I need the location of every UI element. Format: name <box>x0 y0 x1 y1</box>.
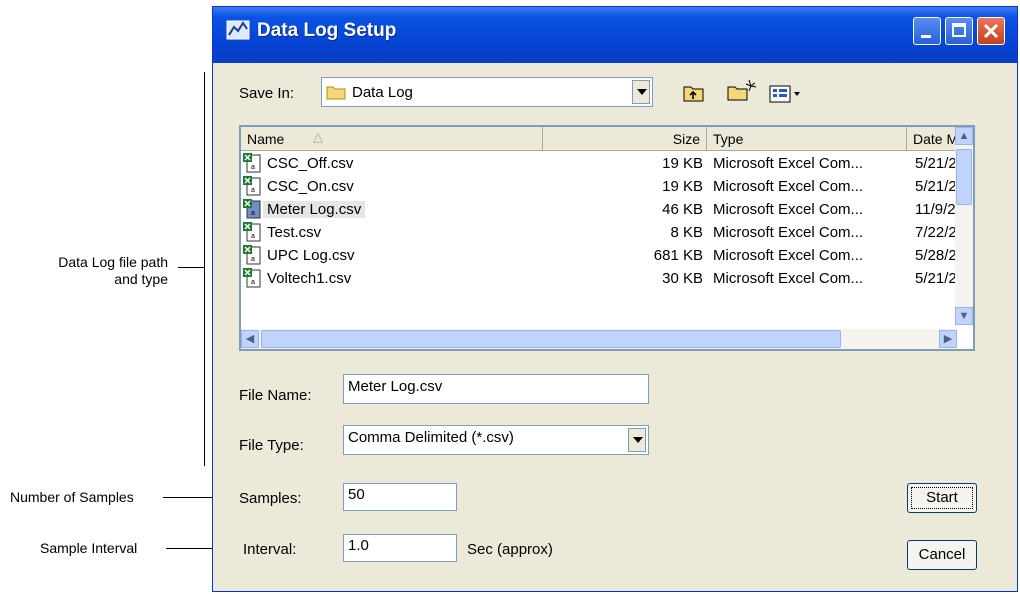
file-name-cell: Meter Log.csv <box>263 201 366 218</box>
maximize-button[interactable] <box>945 17 973 45</box>
cancel-button[interactable]: Cancel <box>907 540 977 570</box>
save-in-combo[interactable]: Data Log <box>321 77 653 107</box>
annotation-bracket-vertical <box>204 72 205 466</box>
file-size-cell: 46 KB <box>662 201 703 218</box>
title-bar[interactable]: Data Log Setup <box>213 7 1017 63</box>
file-type-cell: Microsoft Excel Com... <box>713 178 864 195</box>
file-type-combo[interactable]: Comma Delimited (*.csv) <box>343 425 649 455</box>
annotation-interval: Sample Interval <box>40 540 138 556</box>
scroll-up-button[interactable]: ▲ <box>955 127 973 145</box>
column-date-label: Date M <box>913 131 959 147</box>
column-header-type[interactable]: Type <box>707 127 907 151</box>
start-button[interactable]: Start <box>907 483 977 513</box>
window-title: Data Log Setup <box>257 20 397 41</box>
svg-text:a: a <box>251 233 255 240</box>
excel-file-icon: a <box>243 199 261 219</box>
sort-ascending-icon: △ <box>313 129 323 144</box>
column-type-label: Type <box>713 131 744 147</box>
save-in-label: Save In: <box>239 85 295 102</box>
horizontal-scrollbar[interactable]: ◀ ▶ <box>241 329 957 349</box>
file-size-cell: 19 KB <box>662 178 703 195</box>
file-type-cell: Microsoft Excel Com... <box>713 155 864 172</box>
file-date-cell: 11/9/2 <box>915 201 956 218</box>
annotation-interval-line <box>166 548 213 549</box>
file-type-cell: Microsoft Excel Com... <box>713 224 864 241</box>
app-icon <box>226 20 250 40</box>
file-type-cell: Microsoft Excel Com... <box>713 201 864 218</box>
list-item[interactable]: a CSC_Off.csv 19 KB Microsoft Excel Com... 5… <box>241 153 971 175</box>
view-menu-icon[interactable] <box>769 85 805 103</box>
file-type-cell: Microsoft Excel Com... <box>713 247 864 264</box>
excel-file-icon: a <box>243 222 261 242</box>
file-date-cell: 5/28/2 <box>915 247 957 264</box>
interval-input[interactable]: 1.0 <box>343 534 457 562</box>
save-in-dropdown-arrow[interactable] <box>632 80 650 104</box>
file-name-cell: Test.csv <box>267 224 322 241</box>
annotation-file-path: Data Log file path and type <box>58 254 168 287</box>
close-icon <box>983 23 999 39</box>
excel-file-icon: a <box>243 268 261 288</box>
column-size-label: Size <box>672 131 700 147</box>
column-header-name[interactable]: Name △ <box>241 127 543 151</box>
svg-text:a: a <box>251 256 255 263</box>
file-date-cell: 5/21/2 <box>915 155 957 172</box>
list-item[interactable]: a UPC Log.csv 681 KB Microsoft Excel Com...… <box>241 245 971 267</box>
folder-icon <box>326 86 346 100</box>
list-item[interactable]: a CSC_On.csv 19 KB Microsoft Excel Com... 5/… <box>241 176 971 198</box>
file-size-cell: 8 KB <box>670 224 703 241</box>
file-name-cell: CSC_Off.csv <box>267 155 354 172</box>
file-size-cell: 30 KB <box>662 270 703 287</box>
data-log-setup-dialog: Data Log Setup Save In: Data Log Name △ … <box>212 6 1018 592</box>
file-type-value: Comma Delimited (*.csv) <box>348 429 514 446</box>
column-header-size[interactable]: Size <box>543 127 707 151</box>
vertical-scrollbar[interactable]: ▲ ▼ <box>955 127 973 325</box>
svg-text:a: a <box>251 279 255 286</box>
file-list[interactable]: Name △ Size Type Date M a CSC_Off.csv 19 K… <box>239 125 975 351</box>
file-name-input[interactable]: Meter Log.csv <box>343 374 649 404</box>
minimize-button[interactable] <box>913 17 941 45</box>
list-item[interactable]: a Test.csv 8 KB Microsoft Excel Com... 7/22/… <box>241 222 971 244</box>
interval-label: Interval: <box>243 541 297 558</box>
samples-input[interactable]: 50 <box>343 483 457 511</box>
file-type-label: File Type: <box>239 437 304 454</box>
svg-text:a: a <box>251 187 255 194</box>
close-button[interactable] <box>977 17 1005 45</box>
svg-text:a: a <box>251 210 255 217</box>
scroll-right-button[interactable]: ▶ <box>939 330 957 348</box>
interval-unit-label: Sec (approx) <box>467 541 553 558</box>
file-name-cell: CSC_On.csv <box>267 178 354 195</box>
up-folder-icon[interactable] <box>683 83 705 103</box>
file-name-label: File Name: <box>239 387 312 404</box>
file-name-cell: Voltech1.csv <box>267 270 352 287</box>
scroll-left-button[interactable]: ◀ <box>241 330 259 348</box>
svg-text:a: a <box>251 164 255 171</box>
excel-file-icon: a <box>243 176 261 196</box>
file-size-cell: 19 KB <box>662 155 703 172</box>
list-item[interactable]: a Voltech1.csv 30 KB Microsoft Excel Com...… <box>241 268 971 290</box>
file-name-cell: UPC Log.csv <box>267 247 355 264</box>
save-in-value: Data Log <box>352 84 413 101</box>
annotation-bracket-tick <box>178 267 204 268</box>
horizontal-scroll-thumb[interactable] <box>261 330 841 348</box>
file-date-cell: 7/22/2 <box>915 224 957 241</box>
vertical-scroll-thumb[interactable] <box>956 149 972 205</box>
excel-file-icon: a <box>243 153 261 173</box>
file-size-cell: 681 KB <box>653 247 703 264</box>
excel-file-icon: a <box>243 245 261 265</box>
file-type-cell: Microsoft Excel Com... <box>713 270 864 287</box>
annotation-samples-line <box>163 497 213 498</box>
samples-label: Samples: <box>239 490 302 507</box>
file-date-cell: 5/21/2 <box>915 270 957 287</box>
column-name-label: Name <box>247 131 285 147</box>
list-item[interactable]: a Meter Log.csv 46 KB Microsoft Excel Com..… <box>241 199 971 221</box>
file-date-cell: 5/21/2 <box>915 178 957 195</box>
annotation-samples: Number of Samples <box>10 489 134 505</box>
scroll-down-button[interactable]: ▼ <box>955 307 973 325</box>
file-type-dropdown-arrow[interactable] <box>628 428 646 452</box>
new-folder-icon[interactable] <box>727 79 757 101</box>
